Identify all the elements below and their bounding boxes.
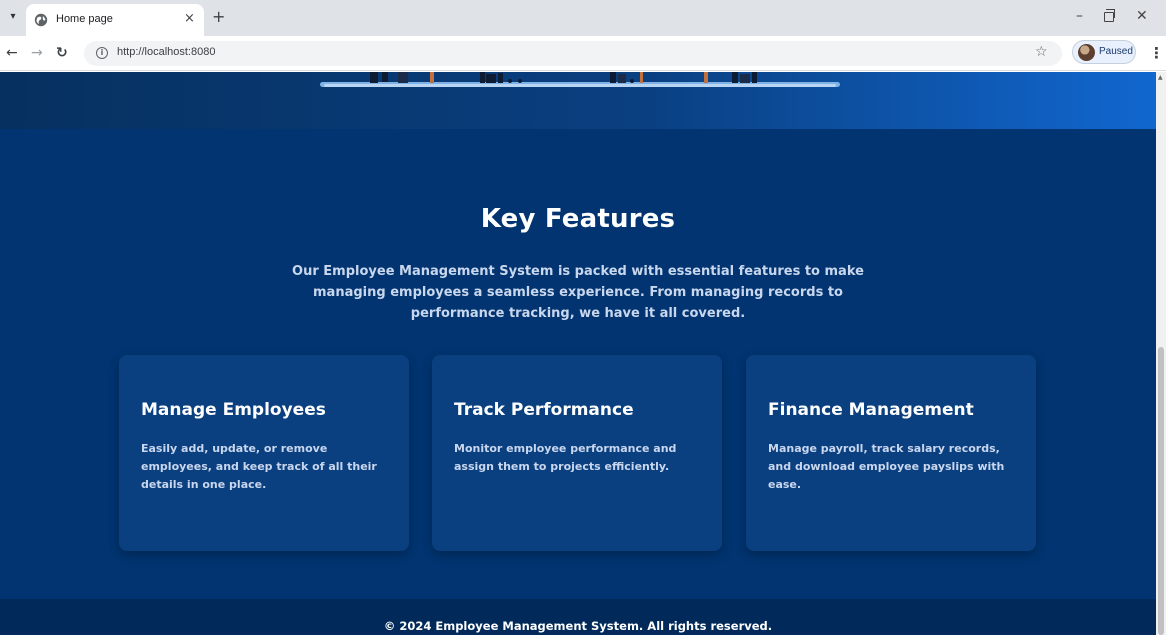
copyright-text: © 2024 Employee Management System. All r…: [383, 619, 773, 633]
kebab-menu-icon[interactable]: ⋮: [1149, 44, 1164, 62]
browser-tab-bar: ▾ Home page × + – ✕: [0, 0, 1166, 36]
window-minimize-button[interactable]: –: [1076, 8, 1083, 24]
feature-card-manage-employees: Manage Employees Easily add, update, or …: [119, 355, 409, 551]
section-intro: Our Employee Management System is packed…: [292, 264, 864, 321]
avatar: [1078, 44, 1095, 61]
window-restore-button[interactable]: [1104, 9, 1115, 22]
feature-card-track-performance: Track Performance Monitor employee perfo…: [432, 355, 722, 551]
page-footer: © 2024 Employee Management System. All r…: [0, 599, 1156, 635]
hero-illustration: [320, 72, 840, 87]
new-tab-button[interactable]: +: [212, 8, 225, 26]
profile-button[interactable]: Paused: [1072, 40, 1136, 64]
hero-section-bottom: [0, 72, 1156, 129]
back-arrow-icon[interactable]: ←: [6, 44, 18, 62]
forward-arrow-icon[interactable]: →: [31, 44, 43, 62]
browser-toolbar: ← → ↻ i http://localhost:8080 ☆ Paused ⋮: [0, 36, 1166, 71]
card-title: Finance Management: [768, 400, 974, 420]
card-title: Track Performance: [454, 400, 634, 420]
card-description: Manage payroll, track salary records, an…: [768, 442, 1005, 491]
page-scrollbar[interactable]: ▲: [1156, 72, 1166, 635]
site-info-icon[interactable]: i: [96, 47, 108, 59]
scroll-up-arrow-icon[interactable]: ▲: [1158, 74, 1163, 81]
key-features-section: Key Features Our Employee Management Sys…: [0, 129, 1156, 599]
url-text[interactable]: http://localhost:8080: [117, 46, 215, 58]
feature-card-finance-management: Finance Management Manage payroll, track…: [746, 355, 1036, 551]
globe-icon: [34, 13, 48, 27]
reload-icon[interactable]: ↻: [56, 44, 68, 62]
address-bar[interactable]: i http://localhost:8080 ☆: [84, 41, 1062, 66]
card-description: Easily add, update, or remove employees,…: [141, 442, 377, 491]
tab-title: Home page: [56, 13, 113, 25]
tab-close-icon[interactable]: ×: [184, 11, 195, 27]
card-title: Manage Employees: [141, 400, 326, 420]
card-description: Monitor employee performance and assign …: [454, 442, 677, 473]
browser-tab-home[interactable]: Home page ×: [26, 4, 204, 36]
profile-status: Paused: [1099, 46, 1133, 57]
scrollbar-thumb[interactable]: [1158, 347, 1164, 635]
section-title: Key Features: [480, 204, 676, 234]
tab-search-chevron-icon[interactable]: ▾: [6, 10, 20, 24]
window-close-button[interactable]: ✕: [1136, 8, 1148, 24]
page-viewport: Key Features Our Employee Management Sys…: [0, 72, 1166, 635]
bookmark-star-icon[interactable]: ☆: [1035, 44, 1048, 60]
